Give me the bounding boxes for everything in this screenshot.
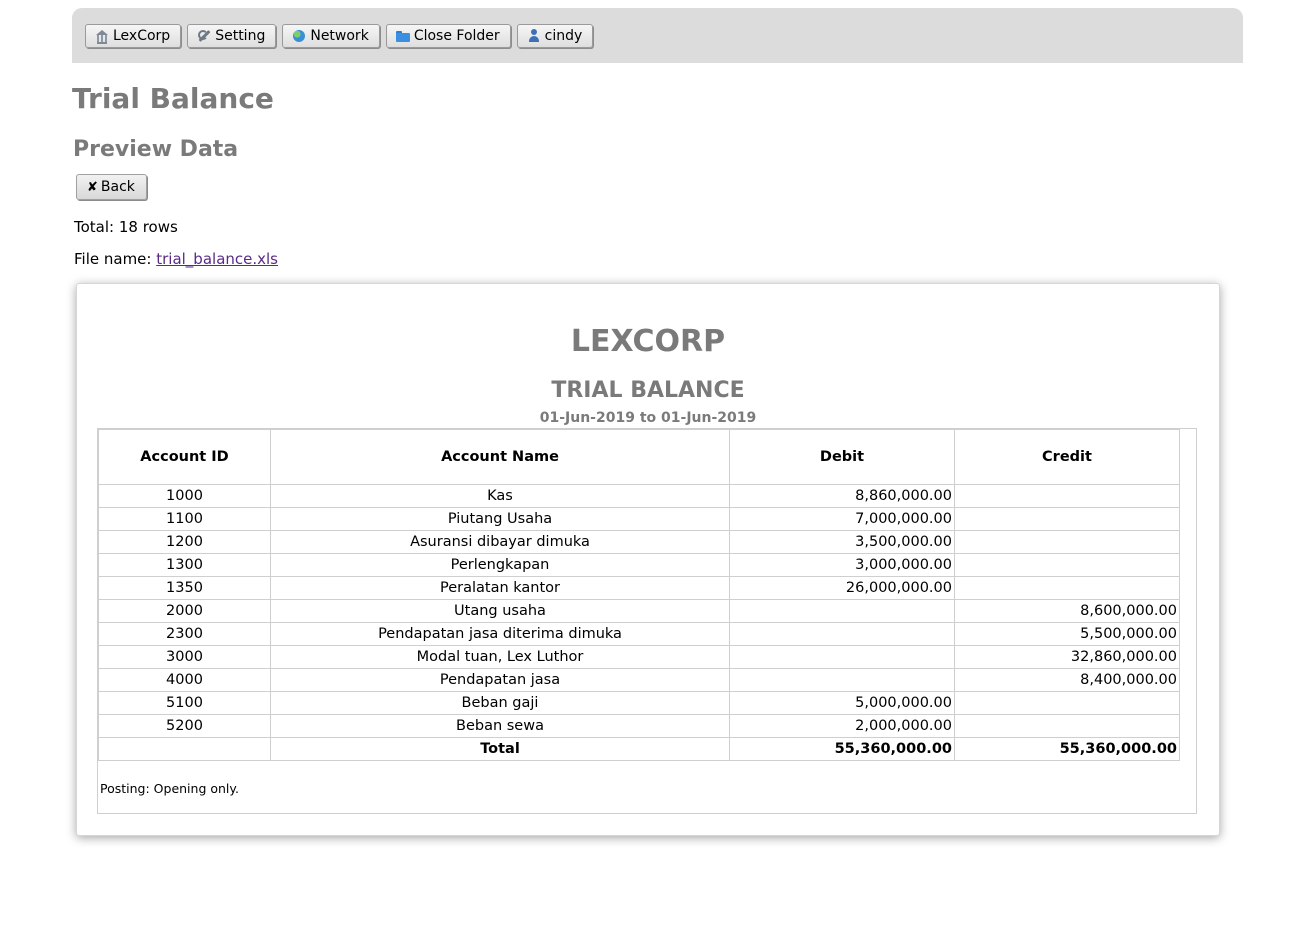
- cell-id: 4000: [98, 668, 271, 692]
- file-name-link[interactable]: trial_balance.xls: [156, 250, 278, 268]
- bank-icon: [95, 29, 109, 44]
- cell-credit: [954, 714, 1180, 738]
- table-row: 2000 Utang usaha 8,600,000.00: [98, 599, 1180, 623]
- header-credit: Credit: [954, 429, 1180, 485]
- globe-icon: [292, 29, 306, 43]
- cell-name: Pendapatan jasa diterima dimuka: [270, 622, 730, 646]
- lexcorp-button[interactable]: LexCorp: [85, 24, 182, 48]
- cell-name: Perlengkapan: [270, 553, 730, 577]
- total-cell-credit: 55,360,000.00: [954, 737, 1180, 761]
- cell-id: 3000: [98, 645, 271, 669]
- table-row: 1200 Asuransi dibayar dimuka 3,500,000.00: [98, 530, 1180, 554]
- file-name-label: File name:: [74, 250, 157, 268]
- table-header-row: Account ID Account Name Debit Credit: [98, 429, 1180, 485]
- cell-name: Asuransi dibayar dimuka: [270, 530, 730, 554]
- setting-button-label: Setting: [215, 28, 266, 44]
- wrench-icon: [197, 29, 211, 43]
- cell-id: 5100: [98, 691, 271, 715]
- table-row: 5100 Beban gaji 5,000,000.00: [98, 691, 1180, 715]
- table-row: 1000 Kas 8,860,000.00: [98, 484, 1180, 508]
- cell-name: Peralatan kantor: [270, 576, 730, 600]
- cell-credit: 8,600,000.00: [954, 599, 1180, 623]
- header-debit: Debit: [729, 429, 955, 485]
- user-button[interactable]: cindy: [516, 24, 594, 48]
- file-name-row: File name: trial_balance.xls: [74, 250, 278, 268]
- cell-debit: [729, 599, 955, 623]
- cell-name: Utang usaha: [270, 599, 730, 623]
- total-cell-debit: 55,360,000.00: [729, 737, 955, 761]
- cell-id: 1350: [98, 576, 271, 600]
- user-button-label: cindy: [544, 28, 583, 44]
- cell-id: 1000: [98, 484, 271, 508]
- cell-debit: 3,500,000.00: [729, 530, 955, 554]
- user-icon: [527, 29, 541, 43]
- cell-credit: [954, 484, 1180, 508]
- section-title: Preview Data: [73, 137, 239, 162]
- cell-name: Kas: [270, 484, 730, 508]
- header-account-name: Account Name: [270, 429, 730, 485]
- table-row: 5200 Beban sewa 2,000,000.00: [98, 714, 1180, 738]
- cell-name: Modal tuan, Lex Luthor: [270, 645, 730, 669]
- cell-debit: [729, 645, 955, 669]
- table-row: 3000 Modal tuan, Lex Luthor 32,860,000.00: [98, 645, 1180, 669]
- total-row: Total 55,360,000.00 55,360,000.00: [98, 737, 1180, 761]
- cell-debit: 26,000,000.00: [729, 576, 955, 600]
- network-button[interactable]: Network: [282, 24, 380, 48]
- cell-id: 1100: [98, 507, 271, 531]
- report-table-frame: Account ID Account Name Debit Credit 100…: [97, 428, 1197, 814]
- report-title: TRIAL BALANCE: [551, 378, 745, 403]
- cell-credit: [954, 507, 1180, 531]
- header-account-id: Account ID: [98, 429, 271, 485]
- trial-balance-table: Account ID Account Name Debit Credit 100…: [98, 429, 1180, 761]
- cell-credit: [954, 530, 1180, 554]
- cell-id: 2300: [98, 622, 271, 646]
- total-cell-blank: [98, 737, 271, 761]
- cell-id: 5200: [98, 714, 271, 738]
- folder-icon: [395, 29, 410, 43]
- table-row: 1100 Piutang Usaha 7,000,000.00: [98, 507, 1180, 531]
- cell-debit: [729, 622, 955, 646]
- cell-debit: 5,000,000.00: [729, 691, 955, 715]
- total-cell-label: Total: [270, 737, 730, 761]
- table-row: 4000 Pendapatan jasa 8,400,000.00: [98, 668, 1180, 692]
- cell-name: Beban gaji: [270, 691, 730, 715]
- cell-credit: 32,860,000.00: [954, 645, 1180, 669]
- total-rows-text: Total: 18 rows: [74, 218, 178, 236]
- network-button-label: Network: [310, 28, 369, 44]
- cell-credit: [954, 576, 1180, 600]
- setting-button[interactable]: Setting: [187, 24, 277, 48]
- back-button[interactable]: ✘ Back: [76, 174, 147, 200]
- cell-credit: 5,500,000.00: [954, 622, 1180, 646]
- table-row: 1300 Perlengkapan 3,000,000.00: [98, 553, 1180, 577]
- cell-name: Piutang Usaha: [270, 507, 730, 531]
- report-period: 01-Jun-2019 to 01-Jun-2019: [539, 410, 757, 426]
- lexcorp-button-label: LexCorp: [113, 28, 171, 44]
- cell-name: Beban sewa: [270, 714, 730, 738]
- posting-note: Posting: Opening only.: [100, 781, 239, 796]
- report-preview: LEXCORP TRIAL BALANCE 01-Jun-2019 to 01-…: [76, 283, 1220, 836]
- cell-debit: 2,000,000.00: [729, 714, 955, 738]
- page-title: Trial Balance: [72, 82, 274, 115]
- cell-id: 1200: [98, 530, 271, 554]
- close-folder-button-label: Close Folder: [413, 28, 500, 44]
- cell-debit: 3,000,000.00: [729, 553, 955, 577]
- cell-id: 1300: [98, 553, 271, 577]
- report-company: LEXCORP: [570, 324, 726, 359]
- close-folder-button[interactable]: Close Folder: [385, 24, 511, 48]
- cell-credit: 8,400,000.00: [954, 668, 1180, 692]
- cell-id: 2000: [98, 599, 271, 623]
- back-button-label: Back: [100, 179, 135, 195]
- table-row: 1350 Peralatan kantor 26,000,000.00: [98, 576, 1180, 600]
- cell-debit: [729, 668, 955, 692]
- cell-credit: [954, 553, 1180, 577]
- cell-debit: 8,860,000.00: [729, 484, 955, 508]
- close-icon: ✘: [87, 179, 98, 195]
- top-toolbar: LexCorp Setting Network Close Folder cin…: [72, 8, 1243, 63]
- table-row: 2300 Pendapatan jasa diterima dimuka 5,500…: [98, 622, 1180, 646]
- cell-name: Pendapatan jasa: [270, 668, 730, 692]
- cell-credit: [954, 691, 1180, 715]
- cell-debit: 7,000,000.00: [729, 507, 955, 531]
